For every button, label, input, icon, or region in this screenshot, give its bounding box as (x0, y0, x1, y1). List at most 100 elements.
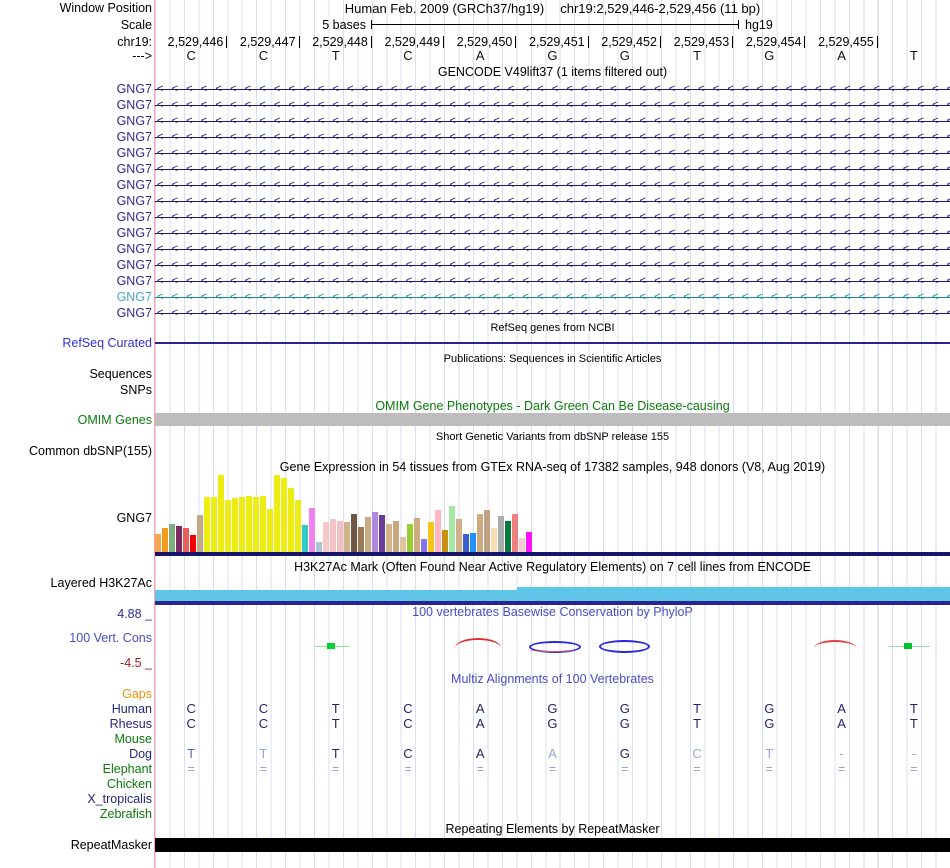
human-alignment-row[interactable]: CCTCAGGTGAT (155, 701, 950, 717)
gtex-bar[interactable] (358, 527, 364, 552)
gene-row[interactable]: <<<<<<<<<<<<<<<<<<<<<<<<<<<<<<<<<<<<<<<<… (155, 257, 950, 273)
gene-row[interactable]: <<<<<<<<<<<<<<<<<<<<<<<<<<<<<<<<<<<<<<<<… (155, 241, 950, 257)
gtex-bar[interactable] (316, 542, 322, 552)
position-label[interactable]: 2,529,447 (227, 34, 300, 49)
gtex-bar[interactable] (484, 510, 490, 552)
layered-h3k27ac-label[interactable]: Layered H3K27Ac (51, 575, 152, 591)
h3k27ac-signal-right[interactable] (517, 587, 950, 601)
publications-track-title[interactable]: Publications: Sequences in Scientific Ar… (155, 352, 950, 367)
gtex-bar[interactable] (309, 508, 315, 552)
gtex-bar[interactable] (190, 535, 196, 552)
position-label[interactable]: 2,529,454 (733, 34, 806, 49)
gtex-bar[interactable] (435, 510, 441, 552)
gencode-gene-label[interactable]: GNG7 (117, 129, 152, 145)
gtex-bar[interactable] (260, 496, 266, 552)
base-letter[interactable]: T (300, 48, 372, 64)
gtex-bar[interactable] (218, 475, 224, 552)
gtex-gene-label[interactable]: GNG7 (117, 510, 152, 526)
h3k27ac-track-title[interactable]: H3K27Ac Mark (Often Found Near Active Re… (155, 560, 950, 575)
gencode-gene-label[interactable]: GNG7 (117, 177, 152, 193)
species-label[interactable]: Rhesus (110, 716, 152, 732)
gene-row[interactable]: <<<<<<<<<<<<<<<<<<<<<<<<<<<<<<<<<<<<<<<<… (155, 161, 950, 177)
base-letter[interactable]: C (227, 48, 299, 64)
gene-row[interactable]: <<<<<<<<<<<<<<<<<<<<<<<<<<<<<<<<<<<<<<<<… (155, 209, 950, 225)
species-label[interactable]: Human (112, 701, 152, 717)
gtex-bar[interactable] (155, 534, 161, 552)
dbsnp-track-title[interactable]: Short Genetic Variants from dbSNP releas… (155, 430, 950, 445)
gene-row[interactable]: <<<<<<<<<<<<<<<<<<<<<<<<<<<<<<<<<<<<<<<<… (155, 305, 950, 321)
gene-row[interactable]: <<<<<<<<<<<<<<<<<<<<<<<<<<<<<<<<<<<<<<<<… (155, 129, 950, 145)
base-letter[interactable]: A (444, 48, 516, 64)
gencode-gene-label[interactable]: GNG7 (117, 241, 152, 257)
repeatmasker-element-bar[interactable] (155, 838, 950, 852)
gene-row[interactable]: <<<<<<<<<<<<<<<<<<<<<<<<<<<<<<<<<<<<<<<<… (155, 177, 950, 193)
base-letter[interactable]: C (155, 48, 227, 64)
gtex-bar[interactable] (498, 516, 504, 552)
gtex-bar[interactable] (302, 525, 308, 552)
gtex-bar[interactable] (232, 498, 238, 552)
gene-row[interactable]: <<<<<<<<<<<<<<<<<<<<<<<<<<<<<<<<<<<<<<<<… (155, 97, 950, 113)
conservation-label[interactable]: 100 Vert. Cons (69, 630, 152, 646)
strand-arrow-label[interactable]: ---> (132, 48, 152, 64)
gtex-bar[interactable] (456, 519, 462, 552)
gtex-bar[interactable] (400, 537, 406, 552)
refseq-gene-line[interactable] (155, 342, 950, 344)
base-letter[interactable]: G (516, 48, 588, 64)
gencode-gene-label[interactable]: GNG7 (117, 145, 152, 161)
gtex-bar[interactable] (323, 522, 329, 552)
conservation-track-title[interactable]: 100 vertebrates Basewise Conservation by… (155, 605, 950, 620)
base-letter[interactable]: T (878, 48, 950, 64)
h3k27ac-signal-left[interactable] (155, 590, 517, 601)
gtex-bar[interactable] (204, 497, 210, 552)
position-label[interactable]: 2,529,453 (661, 34, 734, 49)
position-label[interactable]: 2,529,448 (300, 34, 372, 49)
gtex-bar[interactable] (407, 524, 413, 552)
gencode-gene-label[interactable]: GNG7 (117, 209, 152, 225)
gtex-bar[interactable] (344, 522, 350, 552)
gene-row[interactable]: <<<<<<<<<<<<<<<<<<<<<<<<<<<<<<<<<<<<<<<<… (155, 289, 950, 305)
refseq-track-title[interactable]: RefSeq genes from NCBI (155, 321, 950, 336)
gencode-gene-label[interactable]: GNG7 (117, 289, 152, 305)
multiz-track-title[interactable]: Multiz Alignments of 100 Vertebrates (155, 672, 950, 687)
gtex-bar[interactable] (421, 539, 427, 552)
gene-row[interactable]: <<<<<<<<<<<<<<<<<<<<<<<<<<<<<<<<<<<<<<<<… (155, 273, 950, 289)
species-label[interactable]: Gaps (122, 686, 152, 702)
gtex-bar[interactable] (288, 488, 294, 552)
gtex-bar[interactable] (463, 534, 469, 552)
gtex-track-title[interactable]: Gene Expression in 54 tissues from GTEx … (155, 460, 950, 475)
position-label[interactable]: 2,529,452 (589, 34, 661, 49)
repeatmasker-label[interactable]: RepeatMasker (71, 837, 152, 853)
conservation-mark-red-dip[interactable] (529, 647, 577, 652)
gtex-bar[interactable] (267, 509, 273, 552)
gencode-gene-label[interactable]: GNG7 (117, 81, 152, 97)
gtex-bar[interactable] (428, 522, 434, 552)
gencode-gene-label[interactable]: GNG7 (117, 193, 152, 209)
gtex-bar[interactable] (505, 521, 511, 552)
species-label[interactable]: Zebrafish (100, 806, 152, 822)
gtex-bar[interactable] (519, 538, 525, 552)
gtex-bar[interactable] (393, 521, 399, 552)
gene-row[interactable]: <<<<<<<<<<<<<<<<<<<<<<<<<<<<<<<<<<<<<<<<… (155, 225, 950, 241)
gtex-bar[interactable] (197, 515, 203, 552)
position-label[interactable]: 2,529,446 (155, 34, 228, 49)
gtex-bar[interactable] (162, 528, 168, 552)
gene-row[interactable]: <<<<<<<<<<<<<<<<<<<<<<<<<<<<<<<<<<<<<<<<… (155, 81, 950, 97)
gtex-bar[interactable] (372, 512, 378, 552)
gtex-bar[interactable] (442, 530, 448, 552)
position-label[interactable]: 2,529,451 (516, 34, 589, 49)
elephant-alignment-row[interactable]: = = = = = = = = = = = (155, 761, 950, 777)
gtex-bar[interactable] (330, 519, 336, 552)
gtex-bar[interactable] (414, 518, 420, 552)
position-label[interactable]: 2,529,455 (805, 34, 878, 49)
species-label[interactable]: Chicken (107, 776, 152, 792)
gencode-track-title[interactable]: GENCODE V49lift37 (1 items filtered out) (155, 65, 950, 80)
gtex-bar[interactable] (449, 506, 455, 552)
gtex-bar[interactable] (351, 514, 357, 552)
gtex-bar[interactable] (281, 478, 287, 552)
gtex-bar[interactable] (246, 496, 252, 552)
gtex-bar[interactable] (225, 500, 231, 552)
gencode-gene-label[interactable]: GNG7 (117, 113, 152, 129)
gtex-bar[interactable] (337, 521, 343, 552)
gtex-bar[interactable] (274, 475, 280, 552)
gencode-gene-label[interactable]: GNG7 (117, 305, 152, 321)
